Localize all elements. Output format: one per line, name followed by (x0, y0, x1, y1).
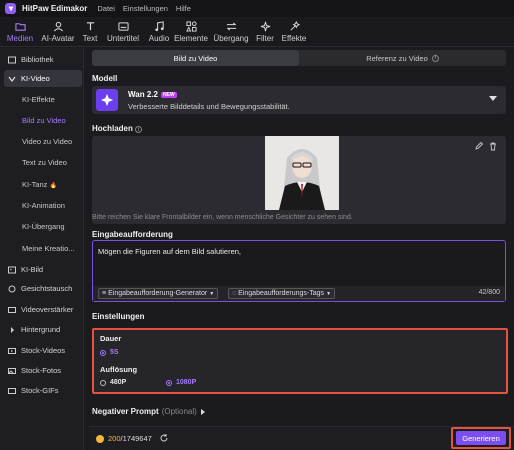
settings-panel: Dauer 5S Auflösung 480P 1080P (92, 328, 508, 394)
face-swap-icon (8, 285, 17, 293)
tool-filter[interactable]: Filter (252, 16, 278, 46)
subtitle-icon (116, 20, 130, 32)
coin-icon (96, 435, 104, 443)
sidebar-sub-bild-zu-video[interactable]: Bild zu Video (22, 116, 66, 125)
text-icon (83, 20, 97, 32)
model-label: Modell (92, 74, 118, 83)
sidebar-item-videoverstaerker[interactable]: Videoverstärker (4, 301, 82, 318)
upload-hint: Bitte reichen Sie klare Frontalbilder ei… (92, 214, 353, 221)
uploaded-image (265, 136, 339, 210)
folder-icon (13, 20, 27, 32)
chevron-right-icon (200, 408, 205, 415)
photo-icon (8, 367, 17, 375)
duration-5s-radio[interactable]: 5S (100, 349, 119, 356)
model-description: Verbesserte Bilddetails und Bewegungssta… (128, 102, 290, 111)
refresh-icon[interactable] (159, 433, 169, 443)
main-panel: Bild zu Video Referenz zu Video i Modell … (89, 48, 514, 450)
tool-effekte[interactable]: Effekte (278, 16, 310, 46)
chevron-down-icon (8, 75, 17, 83)
menu-hilfe[interactable]: Hilfe (176, 4, 191, 13)
prompt-tags-button[interactable]: ◌ Eingabeaufforderungs-Tags ▼ (228, 288, 336, 299)
chevron-right-icon (8, 326, 17, 334)
tab-referenz-zu-video[interactable]: Referenz zu Video i (299, 50, 506, 66)
sidebar-sub-video-zu-video[interactable]: Video zu Video (22, 137, 72, 146)
sidebar-sub-meine-kreationen[interactable]: Meine Kreatio... (22, 244, 75, 253)
caret-down-icon: ▼ (326, 290, 332, 297)
prompt-footer: ≡ Eingabeaufforderung-Generator ▼ ◌ Eingabe… (93, 286, 505, 301)
prompt-text[interactable]: Mögen die Figuren auf dem Bild salutiere… (98, 247, 241, 256)
filter-icon (258, 20, 272, 32)
caret-down-icon[interactable] (489, 96, 497, 101)
sidebar-sub-ki-tanz[interactable]: KI-Tanz 🔥 (22, 180, 57, 189)
duration-label: Dauer (100, 334, 122, 343)
library-icon (8, 56, 17, 64)
new-badge: NEW (160, 91, 177, 98)
credits-display: 200/1749647 (108, 434, 152, 443)
generate-button[interactable]: Generieren (456, 431, 506, 445)
sidebar-item-stock-videos[interactable]: Stock-Videos (4, 342, 82, 359)
model-name: Wan 2.2 NEW (128, 90, 177, 99)
sidebar-item-stock-fotos[interactable]: Stock-Fotos (4, 362, 82, 379)
fire-icon: 🔥 (49, 183, 58, 189)
app-logo-icon (5, 3, 16, 14)
tag-icon: ◌ (232, 290, 237, 297)
main-toolbar: Medien AI-Avatar Text Untertitel Audio E… (0, 17, 514, 47)
char-counter: 42/800 (478, 289, 500, 296)
resolution-1080p-radio[interactable]: 1080P (166, 379, 196, 386)
prompt-label: Eingabeaufforderung (92, 230, 173, 239)
enhancer-icon (8, 306, 17, 314)
tab-bild-zu-video[interactable]: Bild zu Video (92, 50, 299, 66)
sidebar-item-bibliothek[interactable]: Bibliothek (4, 51, 82, 68)
sidebar-item-hintergrund[interactable]: Hintergrund (4, 321, 82, 338)
app-title: HitPaw Edimakor (22, 4, 88, 13)
tool-text[interactable]: Text (80, 16, 100, 46)
menu-einstellungen[interactable]: Einstellungen (123, 4, 168, 13)
tool-audio[interactable]: Audio (146, 16, 172, 46)
info-icon: i (431, 54, 439, 62)
resolution-480p-radio[interactable]: 480P (100, 379, 126, 386)
trash-icon[interactable] (488, 141, 498, 151)
sidebar-sub-ki-effekte[interactable]: KI-Effekte (22, 95, 55, 104)
generate-highlight: Generieren (451, 427, 511, 449)
sidebar-item-gesichtstausch[interactable]: Gesichtstausch (4, 280, 82, 297)
info-icon: i (135, 126, 143, 133)
generator-icon: ≡ (102, 290, 107, 297)
prompt-generator-button[interactable]: ≡ Eingabeaufforderung-Generator ▼ (98, 288, 219, 299)
tool-elemente[interactable]: Elemente (172, 16, 210, 46)
wan-model-icon (96, 89, 118, 111)
model-select[interactable]: Wan 2.2 NEW Verbesserte Bilddetails und B… (92, 86, 506, 114)
audio-icon (152, 20, 166, 32)
settings-label: Einstellungen (92, 312, 145, 321)
transition-icon (224, 20, 238, 32)
upload-area[interactable] (92, 136, 506, 224)
upload-label: Hochladen i (92, 124, 143, 133)
mode-tabs: Bild zu Video Referenz zu Video i (92, 50, 506, 66)
sidebar-item-stock-gifs[interactable]: Stock-GIFs (4, 382, 82, 399)
caret-down-icon: ▼ (209, 290, 215, 297)
tool-ai-avatar[interactable]: AI-Avatar (36, 16, 80, 46)
tool-untertitel[interactable]: Untertitel (100, 16, 146, 46)
gif-icon (8, 387, 17, 395)
image-icon (8, 266, 17, 274)
elements-icon (184, 20, 198, 32)
avatar-icon (51, 20, 65, 32)
edit-icon[interactable] (474, 141, 484, 151)
tool-medien[interactable]: Medien (4, 16, 36, 46)
bottom-bar: 200/1749647 Generieren (89, 426, 514, 450)
sidebar-sub-ki-animation[interactable]: KI-Animation (22, 201, 65, 210)
prompt-textarea[interactable]: Mögen die Figuren auf dem Bild salutiere… (92, 240, 506, 302)
negative-prompt-toggle[interactable]: Negativer Prompt (Optional) (92, 407, 205, 416)
sidebar: Bibliothek KI-Video KI-Effekte Bild zu V… (0, 48, 84, 450)
video-icon (8, 347, 17, 355)
tool-uebergang[interactable]: Übergang (210, 16, 252, 46)
sidebar-sub-ki-uebergang[interactable]: KI-Übergang (22, 222, 65, 231)
sidebar-item-ki-video[interactable]: KI-Video (4, 70, 82, 87)
menu-datei[interactable]: Datei (97, 4, 115, 13)
sidebar-item-ki-bild[interactable]: KI-Bild (4, 261, 82, 278)
effects-icon (287, 20, 301, 32)
title-bar: HitPaw Edimakor Datei Einstellungen Hilf… (0, 0, 514, 17)
resolution-label: Auflösung (100, 365, 138, 374)
sidebar-sub-text-zu-video[interactable]: Text zu Video (22, 158, 67, 167)
